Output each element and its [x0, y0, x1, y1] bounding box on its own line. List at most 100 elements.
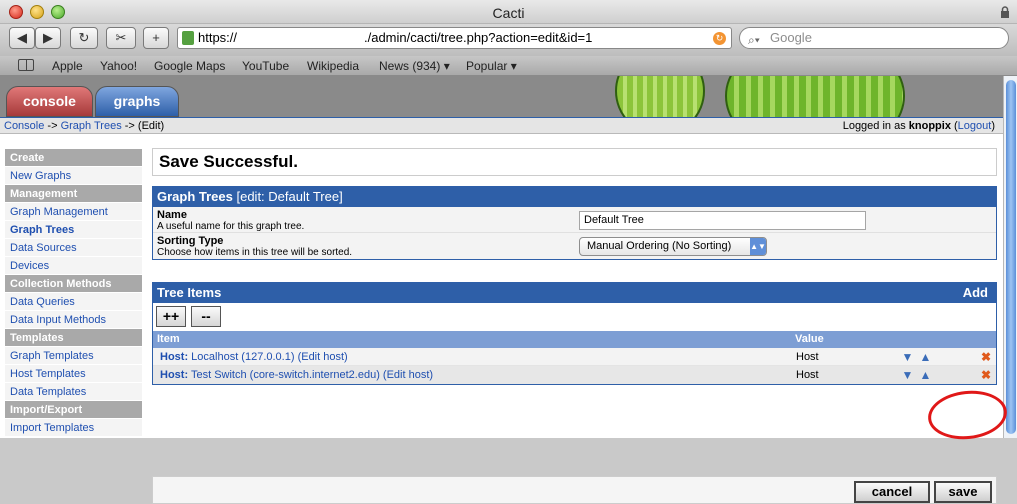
- window-title: Cacti: [492, 5, 525, 21]
- cacti-header: console graphs: [0, 76, 1003, 117]
- sidebar-menu: Create New Graphs Management Graph Manag…: [5, 149, 142, 438]
- bookmark-popular[interactable]: Popular ▾: [466, 59, 517, 73]
- snip-button[interactable]: ✂: [106, 27, 136, 49]
- refresh-icon[interactable]: ↻: [713, 32, 726, 45]
- forward-button[interactable]: ▶: [35, 27, 61, 49]
- sidebar-item-graph-management[interactable]: Graph Management: [5, 203, 142, 221]
- move-down-arrow-icon[interactable]: ▼: [901, 351, 914, 363]
- form-action-bar: cancel save: [152, 476, 997, 504]
- add-tree-item-link[interactable]: Add: [963, 283, 988, 303]
- cactus-banner-image: [615, 76, 915, 117]
- sorting-type-description: Choose how items in this tree will be so…: [157, 247, 353, 258]
- sidebar-item-import-templates[interactable]: Import Templates: [5, 419, 142, 437]
- sidebar-item-host-templates[interactable]: Host Templates: [5, 365, 142, 383]
- sidebar-header-collection-methods: Collection Methods: [5, 275, 142, 293]
- graph-tree-panel-subtitle: [edit: Default Tree]: [232, 189, 343, 204]
- sidebar-header-import-export: Import/Export: [5, 401, 142, 419]
- sidebar-item-data-sources[interactable]: Data Sources: [5, 239, 142, 257]
- tab-console[interactable]: console: [6, 86, 93, 117]
- url-protocol: https://: [198, 30, 238, 45]
- tree-item-label: Test Switch (core-switch.internet2.edu) …: [188, 369, 434, 381]
- move-up-arrow-icon[interactable]: ▲: [919, 369, 932, 381]
- graph-tree-panel-header: Graph Trees [edit: Default Tree]: [153, 187, 996, 207]
- tree-items-header: Tree Items Add: [153, 283, 996, 303]
- lock-icon: [1001, 6, 1009, 18]
- sorting-type-value: Manual Ordering (No Sorting): [587, 240, 732, 252]
- breadcrumb-console-link[interactable]: Console: [4, 120, 44, 132]
- bookmarks-bar: Apple Yahoo! Google Maps YouTube Wikiped…: [0, 56, 1017, 76]
- tree-items-column-header: Item Value: [153, 331, 996, 348]
- sorting-type-select[interactable]: Manual Ordering (No Sorting) ▲▼: [579, 237, 767, 256]
- name-field-row: Name A useful name for this graph tree. …: [153, 207, 996, 233]
- back-button[interactable]: ◀: [9, 27, 35, 49]
- login-prefix: Logged in as: [842, 120, 909, 132]
- site-favicon-icon: [182, 31, 194, 45]
- column-item: Item: [157, 333, 180, 345]
- window-titlebar: Cacti: [0, 0, 1017, 24]
- save-button[interactable]: save: [934, 481, 992, 503]
- sidebar-item-devices[interactable]: Devices: [5, 257, 142, 275]
- browser-toolbar: ◀ ▶ ↻ ✂ + https:// ./admin/cacti/tree.ph…: [0, 24, 1017, 56]
- scrollbar-thumb[interactable]: [1006, 80, 1016, 434]
- tree-name-input[interactable]: Default Tree: [579, 211, 866, 230]
- add-bookmark-button[interactable]: +: [143, 27, 169, 49]
- delete-x-icon[interactable]: ✖: [981, 348, 991, 366]
- logout-link[interactable]: Logout: [958, 120, 992, 132]
- search-field[interactable]: ⌕▾ Google: [739, 27, 1009, 49]
- tree-item-type: Host:: [160, 369, 189, 381]
- login-paren-open: (: [950, 120, 958, 132]
- sidebar-item-data-queries[interactable]: Data Queries: [5, 293, 142, 311]
- graph-tree-edit-panel: Graph Trees [edit: Default Tree] Name A …: [152, 186, 997, 260]
- bookmarks-book-icon[interactable]: [18, 59, 34, 71]
- tree-item-type: Host:: [160, 351, 189, 363]
- graph-tree-panel-title: Graph Trees: [157, 189, 233, 204]
- breadcrumb: Console -> Graph Trees -> (Edit): [4, 118, 164, 134]
- sidebar-item-data-templates[interactable]: Data Templates: [5, 383, 142, 401]
- expand-all-button[interactable]: ++: [156, 306, 186, 327]
- tree-item-label: Localhost (127.0.0.1) (Edit host): [188, 351, 348, 363]
- tree-items-title: Tree Items: [157, 285, 222, 300]
- breadcrumb-graph-trees-link[interactable]: Graph Trees: [61, 120, 122, 132]
- sidebar-item-data-input-methods[interactable]: Data Input Methods: [5, 311, 142, 329]
- url-path: ./admin/cacti/tree.php?action=edit&id=1: [364, 30, 593, 45]
- tree-item-link[interactable]: Host: Test Switch (core-switch.internet2…: [160, 366, 433, 384]
- collapse-all-button[interactable]: --: [191, 306, 221, 327]
- tree-items-panel: Tree Items Add ++ -- Item Value Host: Loca…: [152, 282, 997, 385]
- bookmark-news[interactable]: News (934) ▾: [379, 59, 450, 73]
- move-up-arrow-icon[interactable]: ▲: [919, 351, 932, 363]
- name-field-description: A useful name for this graph tree.: [157, 221, 305, 232]
- status-message: Save Successful.: [152, 148, 997, 176]
- sidebar-header-create: Create: [5, 149, 142, 167]
- web-page: console graphs Console -> Graph Trees ->…: [0, 76, 1003, 504]
- tree-item-value: Host: [796, 351, 819, 363]
- sorting-type-label: Sorting Type: [157, 235, 224, 247]
- expand-collapse-row: ++ --: [153, 303, 996, 331]
- reload-button[interactable]: ↻: [70, 27, 98, 49]
- bookmark-google-maps[interactable]: Google Maps: [154, 59, 225, 73]
- sidebar-item-graph-templates[interactable]: Graph Templates: [5, 347, 142, 365]
- tree-item-link[interactable]: Host: Localhost (127.0.0.1) (Edit host): [160, 348, 348, 366]
- move-down-arrow-icon[interactable]: ▼: [901, 369, 914, 381]
- address-bar[interactable]: https:// ./admin/cacti/tree.php?action=e…: [177, 27, 732, 49]
- login-username: knoppix: [908, 120, 951, 132]
- login-paren-close: ): [991, 120, 995, 132]
- breadcrumb-separator: ->: [44, 120, 61, 132]
- bookmark-apple[interactable]: Apple: [52, 59, 83, 73]
- cancel-button[interactable]: cancel: [854, 481, 930, 503]
- sidebar-header-management: Management: [5, 185, 142, 203]
- sidebar-item-graph-trees[interactable]: Graph Trees: [5, 221, 142, 239]
- breadcrumb-bar: Console -> Graph Trees -> (Edit) Logged …: [0, 117, 1003, 134]
- name-field-label: Name: [157, 209, 187, 221]
- bookmark-yahoo[interactable]: Yahoo!: [100, 59, 137, 73]
- bookmark-youtube[interactable]: YouTube: [242, 59, 289, 73]
- breadcrumb-current: -> (Edit): [121, 120, 165, 132]
- tree-item-value: Host: [796, 369, 819, 381]
- vertical-scrollbar[interactable]: [1003, 76, 1017, 438]
- search-placeholder: Google: [770, 30, 812, 45]
- table-row: Host: Localhost (127.0.0.1) (Edit host) …: [153, 348, 996, 366]
- column-value: Value: [795, 333, 824, 345]
- bookmark-wikipedia[interactable]: Wikipedia: [307, 59, 359, 73]
- tab-graphs[interactable]: graphs: [95, 86, 179, 117]
- delete-x-icon[interactable]: ✖: [981, 366, 991, 384]
- sidebar-item-new-graphs[interactable]: New Graphs: [5, 167, 142, 185]
